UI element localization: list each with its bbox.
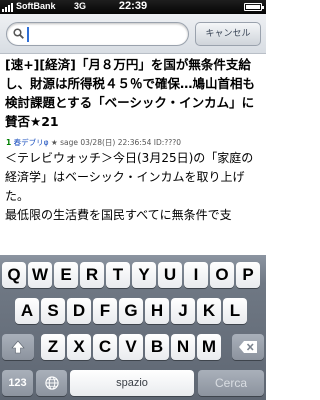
key-c[interactable]: C bbox=[93, 334, 117, 360]
post-number[interactable]: 1 bbox=[6, 138, 11, 147]
key-v[interactable]: V bbox=[119, 334, 143, 360]
key-h[interactable]: H bbox=[145, 298, 169, 324]
key-a[interactable]: A bbox=[15, 298, 39, 324]
key-l[interactable]: L bbox=[223, 298, 247, 324]
key-z[interactable]: Z bbox=[41, 334, 65, 360]
key-y[interactable]: Y bbox=[132, 262, 156, 288]
key-o[interactable]: O bbox=[210, 262, 234, 288]
delete-key[interactable] bbox=[232, 334, 264, 360]
clock: 22:39 bbox=[118, 0, 148, 12]
poster-id: ID:???0 bbox=[153, 138, 182, 147]
poster-mail: sage bbox=[60, 138, 78, 147]
key-b[interactable]: B bbox=[145, 334, 169, 360]
shift-arrow-icon bbox=[11, 340, 25, 354]
post-header: 1 春デブリφ ★ sage 03/28(日) 22:36:54 ID:???0 bbox=[6, 137, 264, 148]
keyboard: Q W E R T Y U I O P A S D F G H J K L Z … bbox=[0, 255, 266, 400]
key-n[interactable]: N bbox=[171, 334, 195, 360]
key-r[interactable]: R bbox=[80, 262, 104, 288]
post-date: 03/28(日) 22:36:54 bbox=[80, 138, 152, 147]
search-key[interactable]: Cerca bbox=[198, 370, 264, 396]
key-s[interactable]: S bbox=[41, 298, 65, 324]
key-t[interactable]: T bbox=[106, 262, 130, 288]
key-k[interactable]: K bbox=[197, 298, 221, 324]
text-caret bbox=[27, 27, 29, 42]
search-bar: キャンセル bbox=[0, 14, 266, 54]
key-m[interactable]: M bbox=[197, 334, 221, 360]
search-input[interactable] bbox=[31, 25, 181, 43]
key-u[interactable]: U bbox=[158, 262, 182, 288]
key-j[interactable]: J bbox=[171, 298, 195, 324]
key-i[interactable]: I bbox=[184, 262, 208, 288]
cancel-button[interactable]: キャンセル bbox=[195, 22, 261, 46]
shift-key[interactable] bbox=[2, 334, 34, 360]
numbers-key[interactable]: 123 bbox=[2, 370, 33, 396]
thread-content: [速+][経済]「月８万円」を国が無条件支給し、財源は所得税４５％で確保…鳩山首… bbox=[0, 55, 266, 255]
globe-icon bbox=[44, 376, 59, 390]
poster-name: 春デブリφ bbox=[13, 138, 49, 147]
key-x[interactable]: X bbox=[67, 334, 91, 360]
key-p[interactable]: P bbox=[236, 262, 260, 288]
space-key[interactable]: spazio bbox=[70, 370, 194, 396]
search-icon bbox=[13, 28, 24, 39]
poster-mark: ★ bbox=[50, 138, 58, 147]
post-body: ＜テレビウォッチ＞今日(3月25日)の「家庭の経済学」はベーシック・インカムを取… bbox=[5, 151, 254, 222]
key-f[interactable]: F bbox=[93, 298, 117, 324]
delete-backspace-icon bbox=[239, 341, 257, 353]
battery-icon bbox=[244, 3, 264, 11]
key-q[interactable]: Q bbox=[2, 262, 26, 288]
key-d[interactable]: D bbox=[67, 298, 91, 324]
thread-title[interactable]: [速+][経済]「月８万円」を国が無条件支給し、財源は所得税４５％で確保…鳩山首… bbox=[5, 55, 263, 131]
key-e[interactable]: E bbox=[54, 262, 78, 288]
status-bar: SoftBank 3G 22:39 bbox=[0, 0, 266, 14]
globe-key[interactable] bbox=[36, 370, 67, 396]
search-field[interactable] bbox=[6, 22, 189, 46]
key-g[interactable]: G bbox=[119, 298, 143, 324]
key-w[interactable]: W bbox=[28, 262, 52, 288]
